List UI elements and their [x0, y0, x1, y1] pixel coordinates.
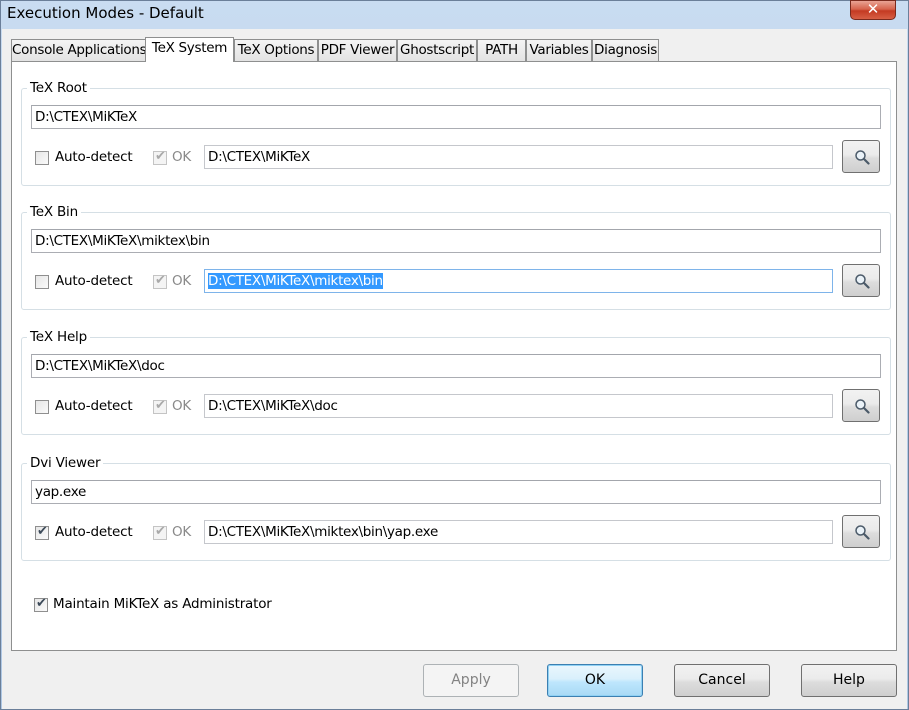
- ok-button[interactable]: OK: [547, 664, 643, 697]
- group-title: TeX Help: [27, 329, 90, 345]
- group-dvi-viewer: Dvi Viewer yap.exe ✔ Auto-detect ✔ OK D:…: [21, 455, 891, 561]
- ok-label: OK: [172, 524, 192, 540]
- search-icon: [855, 399, 870, 414]
- close-icon: ✕: [866, 0, 880, 18]
- checkmark-icon: ✔: [155, 149, 166, 164]
- ok-label: OK: [172, 273, 192, 289]
- search-icon: [855, 525, 870, 540]
- tab-ghostscript[interactable]: Ghostscript: [397, 39, 477, 61]
- auto-detect-label: Auto-detect: [55, 524, 133, 540]
- tab-page-tex-system: TeX Root D:\CTEX\MiKTeX Auto-detect ✔ OK…: [11, 61, 897, 651]
- checkmark-icon: ✔: [155, 398, 166, 413]
- tab-tex-system[interactable]: TeX System: [145, 37, 234, 62]
- auto-detect-label: Auto-detect: [55, 398, 133, 414]
- group-tex-bin: TeX Bin D:\CTEX\MiKTeX\miktex\bin Auto-d…: [21, 204, 891, 310]
- checkmark-icon: ✔: [155, 273, 166, 288]
- tex-root-input[interactable]: D:\CTEX\MiKTeX: [31, 105, 881, 129]
- group-title: Dvi Viewer: [27, 455, 104, 471]
- ok-label: OK: [172, 149, 192, 165]
- tex-bin-input[interactable]: D:\CTEX\MiKTeX\miktex\bin: [31, 229, 881, 253]
- maintain-admin-checkbox[interactable]: ✔: [34, 596, 48, 612]
- tab-path[interactable]: PATH: [477, 39, 526, 61]
- ok-checkbox: ✔: [153, 524, 167, 540]
- detected-path-field[interactable]: D:\CTEX\MiKTeX\doc: [204, 394, 833, 418]
- checkmark-icon: ✔: [155, 524, 166, 539]
- auto-detect-checkbox[interactable]: [35, 400, 49, 414]
- tab-diagnosis[interactable]: Diagnosis: [592, 39, 659, 61]
- auto-detect-label: Auto-detect: [55, 273, 133, 289]
- ok-label: OK: [172, 398, 192, 414]
- search-icon: [855, 274, 870, 289]
- checkmark-icon: ✔: [37, 524, 48, 539]
- dialog-client-area: Console Applications TeX System TeX Opti…: [2, 29, 907, 709]
- browse-button[interactable]: [842, 140, 880, 173]
- auto-detect-label: Auto-detect: [55, 149, 133, 165]
- group-title: TeX Root: [27, 80, 90, 96]
- tex-help-input[interactable]: D:\CTEX\MiKTeX\doc: [31, 354, 881, 378]
- detected-path-field[interactable]: D:\CTEX\MiKTeX: [204, 145, 833, 169]
- browse-button[interactable]: [842, 264, 880, 297]
- close-button[interactable]: ✕: [850, 0, 896, 20]
- checkmark-icon: ✔: [36, 596, 47, 611]
- detected-path-field[interactable]: D:\CTEX\MiKTeX\miktex\bin\yap.exe: [204, 520, 833, 544]
- ok-checkbox: ✔: [153, 273, 167, 289]
- search-icon: [855, 150, 870, 165]
- ok-checkbox: ✔: [153, 149, 167, 165]
- dialog-window: Execution Modes - Default ✕ Console Appl…: [0, 0, 909, 710]
- tab-pdf-viewer[interactable]: PDF Viewer: [318, 39, 397, 61]
- group-tex-root: TeX Root D:\CTEX\MiKTeX Auto-detect ✔ OK…: [21, 80, 891, 186]
- selected-text: D:\CTEX\MiKTeX\miktex\bin: [208, 273, 383, 289]
- browse-button[interactable]: [842, 515, 880, 548]
- auto-detect-checkbox[interactable]: [35, 275, 49, 289]
- group-tex-help: TeX Help D:\CTEX\MiKTeX\doc Auto-detect …: [21, 329, 891, 435]
- ok-checkbox: ✔: [153, 398, 167, 414]
- apply-button[interactable]: Apply: [423, 664, 519, 697]
- dvi-viewer-input[interactable]: yap.exe: [31, 480, 881, 504]
- browse-button[interactable]: [842, 389, 880, 422]
- auto-detect-checkbox[interactable]: [35, 151, 49, 165]
- title-bar[interactable]: Execution Modes - Default ✕: [1, 0, 908, 29]
- window-title: Execution Modes - Default: [7, 4, 204, 22]
- maintain-admin-label: Maintain MiKTeX as Administrator: [53, 596, 272, 612]
- tab-variables[interactable]: Variables: [526, 39, 592, 61]
- tab-console-applications[interactable]: Console Applications: [11, 39, 147, 61]
- help-button[interactable]: Help: [801, 664, 897, 697]
- detected-path-field[interactable]: D:\CTEX\MiKTeX\miktex\bin: [204, 269, 833, 293]
- group-title: TeX Bin: [27, 204, 81, 220]
- tab-tex-options[interactable]: TeX Options: [234, 39, 318, 61]
- cancel-button[interactable]: Cancel: [674, 664, 770, 697]
- auto-detect-checkbox[interactable]: ✔: [35, 524, 49, 540]
